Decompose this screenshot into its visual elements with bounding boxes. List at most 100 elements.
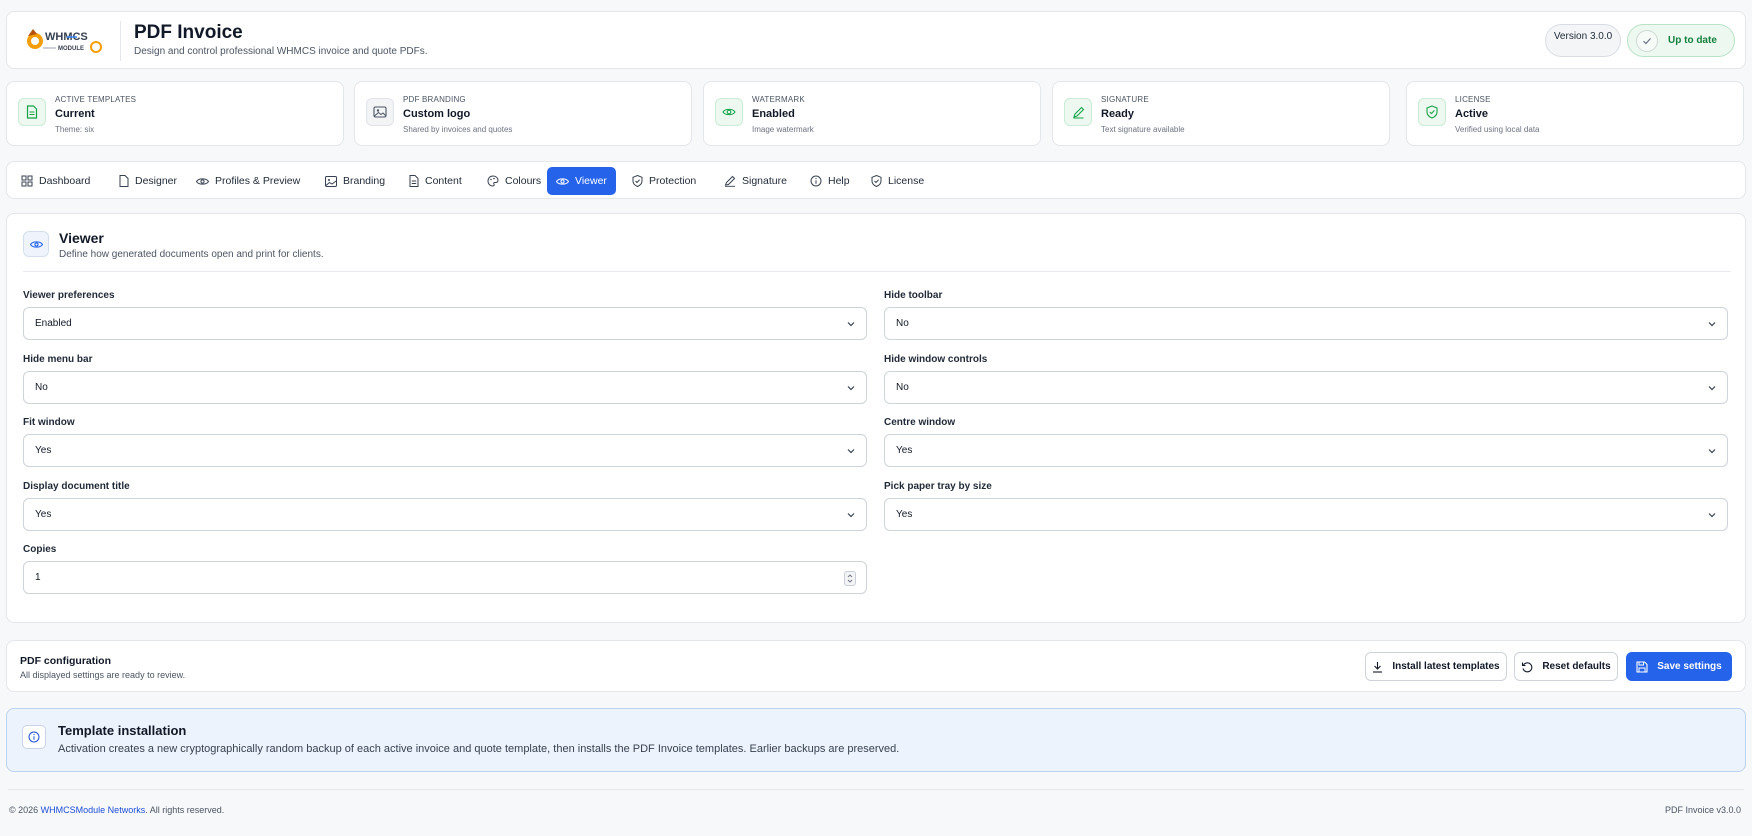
field-label-pick-paper-tray: Pick paper tray by size	[884, 481, 992, 492]
file-text-icon	[409, 175, 419, 187]
tab-label: Colours	[505, 175, 542, 187]
file-icon	[18, 98, 46, 126]
update-status-text: Up to date	[1668, 35, 1717, 46]
tab-label: Protection	[649, 175, 697, 187]
tab-label: Dashboard	[39, 175, 91, 187]
field-label-fit-window: Fit window	[23, 417, 75, 428]
select-value: No	[896, 318, 909, 329]
tab-help[interactable]: Help	[804, 167, 856, 195]
tab-label: Designer	[135, 175, 178, 187]
number-spinner-icon[interactable]	[844, 571, 856, 586]
select-value: No	[896, 382, 909, 393]
update-status-badge[interactable]: Up to date	[1627, 24, 1735, 57]
tab-label: Signature	[742, 175, 787, 187]
tab-license[interactable]: License	[865, 167, 930, 195]
fit-window-select[interactable]: Yes	[23, 434, 867, 467]
pick-paper-tray-select[interactable]: Yes	[884, 498, 1728, 531]
grid-icon	[21, 175, 33, 187]
hide-toolbar-select[interactable]: No	[884, 307, 1728, 340]
tab-label: Help	[828, 175, 850, 187]
pen-icon	[1064, 98, 1092, 126]
centre-window-select[interactable]: Yes	[884, 434, 1728, 467]
stat-value: Custom logo	[403, 108, 471, 120]
stat-label: Watermark	[752, 95, 805, 104]
config-bar: PDF configuration All displayed settings…	[6, 640, 1746, 692]
select-value: Yes	[35, 509, 52, 520]
footer-version: PDF Invoice v3.0.0	[1664, 805, 1741, 815]
tab-label: Content	[425, 175, 462, 187]
tab-signature[interactable]: Signature	[718, 167, 793, 195]
stat-sub: Shared by invoices and quotes	[403, 125, 513, 134]
palette-icon	[487, 175, 499, 187]
check-icon	[1636, 29, 1658, 52]
eye-icon	[196, 177, 209, 185]
version-text: Version 3.0.0	[1553, 31, 1613, 42]
copies-number-input[interactable]: 1	[23, 561, 867, 594]
chevron-down-icon	[1708, 386, 1716, 391]
stat-value: Current	[55, 108, 95, 120]
tab-profiles-preview[interactable]: Profiles & Preview	[190, 167, 306, 195]
pen-icon	[724, 175, 736, 187]
display-document-title-select[interactable]: Yes	[23, 498, 867, 531]
field-label-centre-window: Centre window	[884, 417, 956, 428]
app-header: WHMCS MODULE PDF Invoice Design and cont…	[6, 11, 1746, 69]
copyright-prefix: © 2026	[9, 805, 39, 815]
config-title: PDF configuration	[20, 655, 111, 667]
reset-defaults-button[interactable]: Reset defaults	[1514, 652, 1618, 681]
button-label: Install latest templates	[1392, 661, 1500, 672]
tab-viewer[interactable]: Viewer	[547, 167, 616, 195]
tab-label: Viewer	[575, 175, 607, 187]
template-installation-notice: Template installation Activation creates…	[6, 708, 1746, 772]
panel-title: Viewer	[59, 230, 104, 246]
tab-colours[interactable]: Colours	[481, 167, 547, 195]
file-icon	[119, 175, 129, 187]
tab-dashboard[interactable]: Dashboard	[15, 167, 96, 195]
eye-icon	[556, 177, 569, 185]
stat-card-license: License Active Verified using local data	[1406, 81, 1744, 146]
tab-label: Profiles & Preview	[215, 175, 301, 187]
stat-value: Enabled	[752, 108, 795, 120]
panel-subtitle: Define how generated documents open and …	[59, 249, 324, 260]
save-settings-button[interactable]: Save settings	[1626, 652, 1732, 681]
stat-value: Active	[1455, 108, 1489, 120]
tab-label: License	[888, 175, 925, 187]
chevron-down-icon	[847, 322, 855, 327]
install-templates-button[interactable]: Install latest templates	[1365, 652, 1507, 681]
company-link[interactable]: WHMCSModule Networks	[41, 805, 146, 815]
footer-copyright: © 2026 WHMCSModule Networks. All rights …	[9, 805, 224, 815]
footer-period: .	[145, 805, 148, 815]
stat-label: PDF branding	[403, 95, 466, 104]
button-label: Reset defaults	[1542, 661, 1611, 672]
header-divider	[120, 21, 121, 61]
whmcs-module-logo[interactable]: WHMCS MODULE	[25, 26, 113, 56]
chevron-down-icon	[847, 449, 855, 454]
hide-window-controls-select[interactable]: No	[884, 371, 1728, 404]
select-value: Yes	[896, 509, 913, 520]
download-icon	[1373, 661, 1383, 673]
hide-menu-bar-select[interactable]: No	[23, 371, 867, 404]
eye-icon	[23, 231, 49, 257]
save-icon	[1636, 660, 1648, 673]
field-label-hide-toolbar: Hide toolbar	[884, 290, 943, 301]
chevron-down-icon	[1708, 449, 1716, 454]
button-label: Save settings	[1657, 661, 1722, 672]
info-icon	[810, 175, 822, 187]
stat-value: Ready	[1101, 108, 1135, 120]
shield-check-icon	[871, 175, 882, 187]
tab-content[interactable]: Content	[403, 167, 468, 195]
tab-label: Branding	[343, 175, 386, 187]
stat-card-watermark: Watermark Enabled Image watermark	[703, 81, 1041, 146]
tab-protection[interactable]: Protection	[626, 167, 702, 195]
field-label-hide-window-controls: Hide window controls	[884, 354, 988, 365]
panel-divider	[23, 271, 1731, 272]
tab-branding[interactable]: Branding	[319, 167, 391, 195]
chevron-down-icon	[1708, 513, 1716, 518]
tab-designer[interactable]: Designer	[113, 167, 183, 195]
notice-text: Activation creates a new cryptographical…	[58, 743, 900, 755]
rights-text: All rights reserved.	[149, 805, 225, 815]
select-value: Yes	[896, 445, 913, 456]
select-value: Yes	[35, 445, 52, 456]
viewer-preferences-select[interactable]: Enabled	[23, 307, 867, 340]
stat-sub: Image watermark	[752, 125, 814, 134]
stat-sub: Text signature available	[1101, 125, 1185, 134]
